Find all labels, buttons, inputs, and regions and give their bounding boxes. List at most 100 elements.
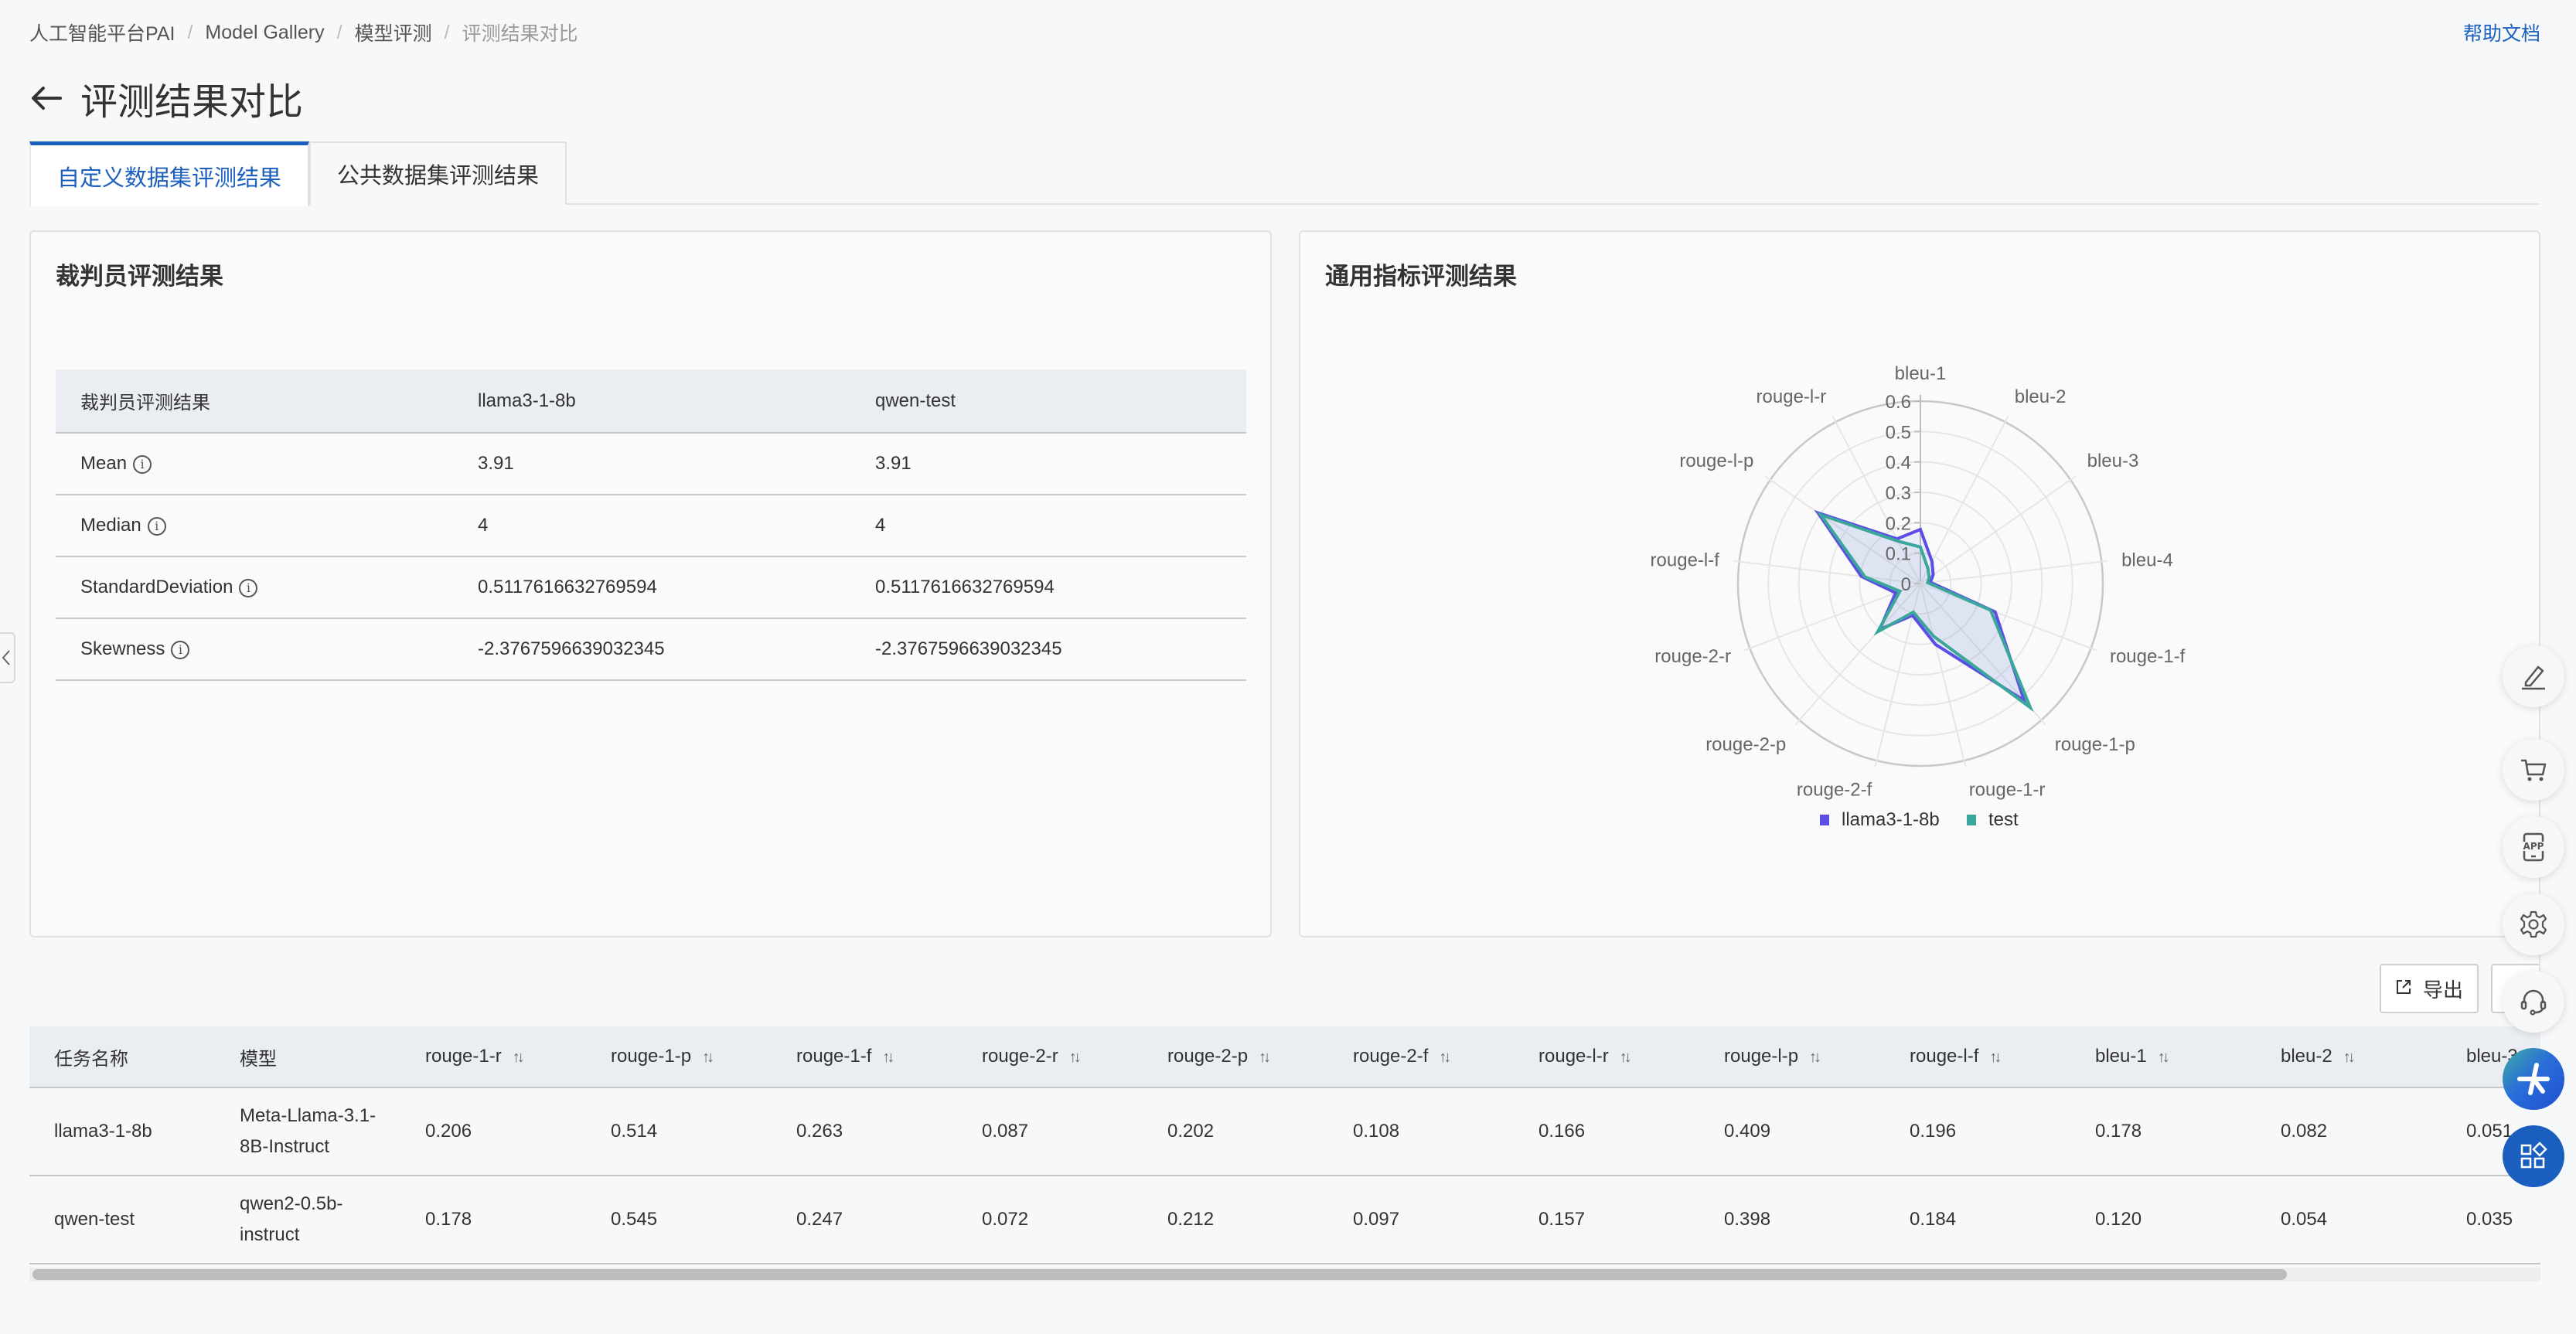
sort-icon[interactable]: ↑↓ [1439, 1049, 1451, 1067]
scrollbar-thumb[interactable] [32, 1269, 2287, 1280]
column-header: llama3-1-8b [453, 369, 850, 434]
sort-icon[interactable]: ↑↓ [1259, 1049, 1271, 1067]
value-cell: 3.91 [453, 433, 850, 495]
radar-chart: 0 0.1 0.2 0.3 0.4 0.5 0.6 bleu-1 bleu-2 bleu-3 ble… [1300, 232, 2542, 939]
metric-label: Median [80, 515, 141, 536]
value-cell: 0.5117616632769594 [850, 556, 1246, 619]
cart-icon [2521, 759, 2547, 781]
metric-value-cell: 0.082 [2256, 1087, 2441, 1176]
axis-label: rouge-l-p [1679, 451, 1753, 471]
general-metrics-title: 通用指标评测结果 [1325, 263, 1517, 290]
table-row: llama3-1-8b Meta-Llama-3.1-8B-Instruct 0.2… [29, 1087, 2540, 1176]
breadcrumb-item-model-eval[interactable]: 模型评测 [355, 19, 432, 46]
sort-icon[interactable]: ↑↓ [513, 1049, 525, 1067]
apps-fab[interactable] [2503, 1125, 2564, 1187]
info-icon[interactable]: i [147, 516, 166, 536]
settings-fab[interactable] [2503, 893, 2564, 955]
edit-fab[interactable] [2503, 645, 2564, 707]
info-icon[interactable]: i [239, 578, 258, 597]
horizontal-scrollbar[interactable] [29, 1268, 2540, 1281]
breadcrumb-separator: / [336, 21, 342, 43]
column-header[interactable]: bleu-1 ↑↓ [2070, 1026, 2256, 1088]
tab-custom-dataset-results[interactable]: 自定义数据集评测结果 [29, 141, 310, 206]
support-fab[interactable] [2503, 971, 2564, 1033]
radial-tick-label: 0.6 [1886, 392, 1911, 413]
metric-value-cell: 0.202 [1143, 1087, 1328, 1176]
column-header[interactable]: rouge-l-f ↑↓ [1885, 1026, 2070, 1088]
breadcrumb-item-pai[interactable]: 人工智能平台PAI [29, 19, 175, 46]
column-header[interactable]: rouge-l-r ↑↓ [1514, 1026, 1699, 1088]
column-header[interactable]: rouge-l-p ↑↓ [1699, 1026, 1885, 1088]
table-header-row: 任务名称 模型 rouge-1-r ↑↓ rouge-1-p ↑↓ rouge-1-f ↑↓ r… [29, 1026, 2540, 1088]
metric-cell: Mean i [56, 433, 453, 495]
page-title: 评测结果对比 [80, 82, 304, 123]
axis-label: rouge-1-r [1969, 779, 2046, 800]
assistant-icon [2517, 1063, 2550, 1095]
column-header: qwen-test [850, 369, 1246, 434]
external-link-icon [2395, 977, 2412, 1001]
metric-value-cell: 0.263 [772, 1087, 957, 1176]
metric-value-cell: 0.196 [1885, 1087, 2070, 1176]
axis-label: bleu-4 [2121, 550, 2173, 570]
sort-icon[interactable]: ↑↓ [2343, 1049, 2356, 1067]
help-docs-link[interactable]: 帮助文档 [2463, 19, 2540, 46]
app-icon: APP [2520, 832, 2547, 862]
column-header: 任务名称 [29, 1026, 215, 1088]
metric-value-cell: 0.398 [1699, 1176, 1885, 1264]
tab-public-dataset-results[interactable]: 公共数据集评测结果 [309, 141, 567, 205]
legend-swatch-llama3-1-8b [1820, 815, 1829, 825]
column-label: rouge-1-r [425, 1046, 502, 1067]
gear-icon [2520, 910, 2547, 938]
column-header[interactable]: rouge-1-r ↑↓ [400, 1026, 586, 1088]
back-arrow-icon[interactable] [29, 81, 63, 115]
info-icon[interactable]: i [133, 454, 152, 474]
metric-value-cell: 0.166 [1514, 1087, 1699, 1176]
sort-icon[interactable]: ↑↓ [2158, 1049, 2170, 1067]
sort-icon[interactable]: ↑↓ [702, 1049, 714, 1067]
column-label: rouge-l-r [1538, 1046, 1609, 1067]
column-header[interactable]: bleu-2 ↑↓ [2256, 1026, 2441, 1088]
model-cell: Meta-Llama-3.1-8B-Instruct [215, 1087, 400, 1176]
export-label: 导出 [2422, 978, 2463, 1002]
sidebar-expand-handle[interactable] [0, 632, 15, 683]
table-header-row: 裁判员评测结果 llama3-1-8b qwen-test [56, 369, 1246, 434]
breadcrumb-item-current: 评测结果对比 [462, 23, 578, 45]
pencil-icon [2522, 665, 2545, 690]
table-row: Skewness i -2.3767596639032345 -2.3767596… [56, 618, 1246, 681]
axis-label: rouge-1-p [2055, 734, 2135, 755]
export-button[interactable]: 导出 [2380, 964, 2479, 1013]
sort-icon[interactable]: ↑↓ [1989, 1049, 2002, 1067]
app-fab[interactable]: APP [2503, 816, 2564, 878]
table-row: Mean i 3.91 3.91 [56, 433, 1246, 495]
radial-tick-label: 0.1 [1886, 544, 1911, 565]
metric-value-cell: 0.212 [1143, 1176, 1328, 1264]
page-header: 评测结果对比 [29, 71, 303, 125]
column-header[interactable]: rouge-2-r ↑↓ [957, 1026, 1143, 1088]
breadcrumb-item-model-gallery[interactable]: Model Gallery [205, 22, 324, 44]
column-header[interactable]: rouge-2-p ↑↓ [1143, 1026, 1328, 1088]
metric-label: Skewness [80, 638, 165, 659]
radial-tick-label: 0 [1901, 574, 1911, 595]
metric-value-cell: 0.178 [400, 1176, 586, 1264]
sort-icon[interactable]: ↑↓ [882, 1049, 894, 1067]
value-cell: -2.3767596639032345 [453, 618, 850, 681]
sort-icon[interactable]: ↑↓ [1069, 1049, 1082, 1067]
sort-icon[interactable]: ↑↓ [1809, 1049, 1821, 1067]
column-label: rouge-2-p [1167, 1046, 1249, 1067]
column-header[interactable]: rouge-1-p ↑↓ [586, 1026, 772, 1088]
cart-fab[interactable] [2503, 739, 2564, 801]
column-header[interactable]: rouge-2-f ↑↓ [1328, 1026, 1514, 1088]
metric-value-cell: 0.120 [2070, 1176, 2256, 1264]
column-label: bleu-2 [2281, 1046, 2332, 1067]
assistant-fab[interactable] [2503, 1048, 2564, 1110]
general-metrics-panel: 0 0.1 0.2 0.3 0.4 0.5 0.6 bleu-1 bleu-2 bleu-3 ble… [1299, 230, 2540, 938]
radial-tick-label: 0.3 [1886, 483, 1911, 504]
info-icon[interactable]: i [171, 640, 190, 659]
judge-results-title: 裁判员评测结果 [56, 263, 223, 290]
column-label: 模型 [240, 1048, 277, 1070]
column-header[interactable]: rouge-1-f ↑↓ [772, 1026, 957, 1088]
sort-icon[interactable]: ↑↓ [1620, 1049, 1632, 1067]
metric-value-cell: 0.108 [1328, 1087, 1514, 1176]
metric-value-cell: 0.178 [2070, 1087, 2256, 1176]
axis-label: rouge-1-f [2110, 646, 2186, 667]
